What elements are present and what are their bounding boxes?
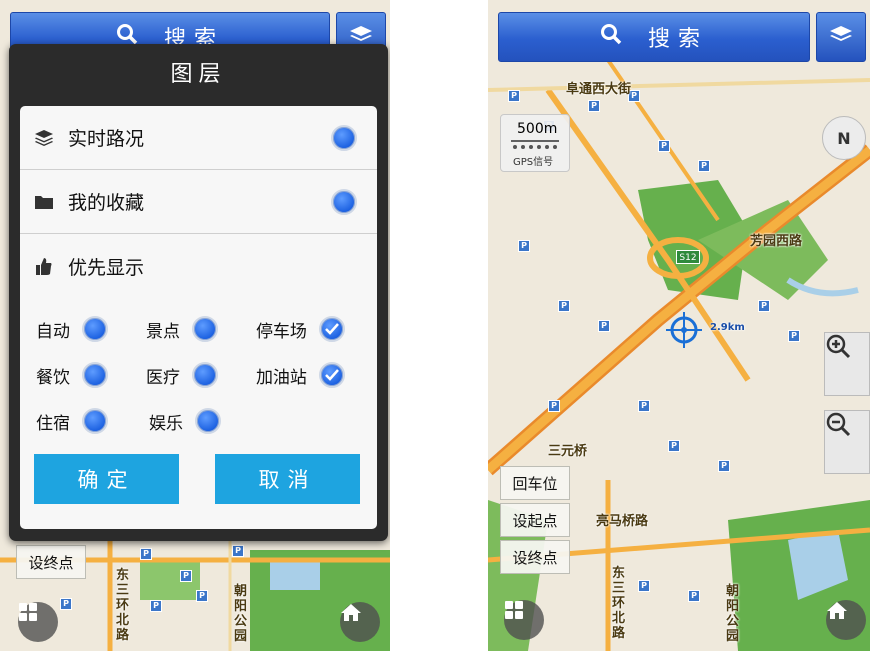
- road-label-liangmaqiao: 亮马桥路: [596, 514, 649, 529]
- option-radio[interactable]: [191, 362, 218, 388]
- road-label-fangyuan: 芳园西路: [750, 234, 803, 249]
- dialog-buttons: 确定 取消: [34, 454, 360, 504]
- priority-grid: 自动 景点 停车场 餐饮 医疗 加油站 住宿 娱乐: [20, 298, 377, 444]
- home-button[interactable]: [340, 602, 380, 642]
- option-label: 景点: [145, 321, 180, 342]
- park-label: 朝阳公园: [234, 584, 248, 644]
- search-icon: [600, 23, 622, 51]
- option-gas[interactable]: 加油站: [256, 362, 363, 388]
- option-lodging[interactable]: 住宿: [36, 408, 149, 434]
- set-end-button[interactable]: 设终点: [500, 540, 570, 574]
- option-radio[interactable]: [191, 316, 218, 342]
- dialog-title: 图层: [170, 62, 227, 87]
- layer-panel: 实时路况 我的收藏 优先显示 自动 景点 停车场 餐饮 医疗 加油站 住宿 娱乐…: [20, 106, 377, 529]
- folder-icon: [34, 194, 60, 210]
- compass-button[interactable]: N: [822, 116, 866, 160]
- menu-button[interactable]: [18, 602, 58, 642]
- confirm-button[interactable]: 确定: [34, 454, 179, 504]
- option-radio[interactable]: [82, 316, 108, 342]
- compass-north: N: [837, 128, 851, 148]
- highway-shield: S12: [676, 250, 700, 264]
- option-label: 娱乐: [149, 413, 183, 434]
- option-auto[interactable]: 自动: [36, 316, 146, 342]
- left-screen: P P P P P P 东三环北路 朝阳公园 设终点 搜索 图层 实时路况 我的…: [0, 0, 390, 651]
- gps-label: GPS信号: [513, 157, 554, 168]
- option-label: 自动: [36, 321, 70, 342]
- option-scenic[interactable]: 景点: [146, 316, 256, 342]
- row-traffic[interactable]: 实时路况: [20, 106, 377, 170]
- option-checkbox-checked[interactable]: [318, 362, 345, 388]
- check-icon: [325, 369, 339, 381]
- set-start-button[interactable]: 设起点: [500, 503, 570, 537]
- option-medical[interactable]: 医疗: [146, 362, 256, 388]
- right-screen: P P P P P P P P P P P P P P P P P 阜通西大街 …: [488, 0, 870, 651]
- traffic-toggle[interactable]: [331, 124, 357, 151]
- gps-signal-icon: [511, 140, 559, 149]
- layers-icon: [829, 25, 853, 49]
- option-parking[interactable]: 停车场: [256, 316, 363, 342]
- cancel-button[interactable]: 取消: [215, 454, 360, 504]
- zoom-out-icon: [826, 412, 851, 437]
- park-label: 朝阳公园: [726, 584, 740, 644]
- search-label: 搜索: [647, 27, 708, 52]
- option-food[interactable]: 餐饮: [36, 362, 146, 388]
- set-end-button[interactable]: 设终点: [16, 545, 86, 579]
- home-button[interactable]: [826, 600, 866, 640]
- option-entertainment[interactable]: 娱乐: [149, 408, 262, 434]
- favorites-label: 我的收藏: [68, 192, 145, 214]
- back-to-car-button[interactable]: 回车位: [500, 466, 570, 500]
- road-label-east3rd: 东三环北路: [116, 568, 130, 643]
- road-label-sanyuanqiao: 三元桥: [548, 444, 588, 459]
- option-radio[interactable]: [195, 408, 221, 434]
- priority-label: 优先显示: [68, 256, 145, 279]
- option-label: 餐饮: [36, 367, 70, 388]
- search-bar[interactable]: 搜索: [498, 12, 810, 62]
- scale-value: 500m: [517, 121, 558, 137]
- layers-button[interactable]: [816, 12, 866, 62]
- road-label-east3rd: 东三环北路: [612, 566, 626, 641]
- option-checkbox-checked[interactable]: [318, 316, 345, 342]
- option-label: 住宿: [36, 413, 70, 434]
- map-view[interactable]: P P P P P P P P P P P P P P P P P 阜通西大街 …: [488, 0, 870, 651]
- distance-label: 2.9km: [710, 322, 745, 333]
- road-label-futong: 阜通西大街: [566, 82, 632, 97]
- layers-icon: [34, 129, 60, 147]
- row-priority: 优先显示: [20, 234, 377, 298]
- scale-indicator: 500m GPS信号: [500, 114, 570, 172]
- menu-button[interactable]: [504, 600, 544, 640]
- traffic-label: 实时路况: [68, 128, 145, 150]
- option-label: 停车场: [255, 321, 307, 342]
- zoom-in-button[interactable]: [824, 332, 870, 396]
- layer-dialog: 图层 实时路况 我的收藏 优先显示 自动 景点 停车场 餐饮 医疗 加油站 住宿…: [9, 44, 388, 541]
- option-label: 医疗: [145, 367, 180, 388]
- row-favorites[interactable]: 我的收藏: [20, 170, 377, 234]
- option-radio[interactable]: [82, 362, 108, 388]
- zoom-in-icon: [826, 334, 851, 359]
- crosshair-icon: [666, 312, 702, 348]
- option-radio[interactable]: [82, 408, 108, 434]
- option-label: 加油站: [255, 367, 307, 388]
- thumbs-up-icon: [34, 256, 60, 276]
- favorites-toggle[interactable]: [331, 188, 357, 215]
- zoom-out-button[interactable]: [824, 410, 870, 474]
- check-icon: [325, 323, 339, 335]
